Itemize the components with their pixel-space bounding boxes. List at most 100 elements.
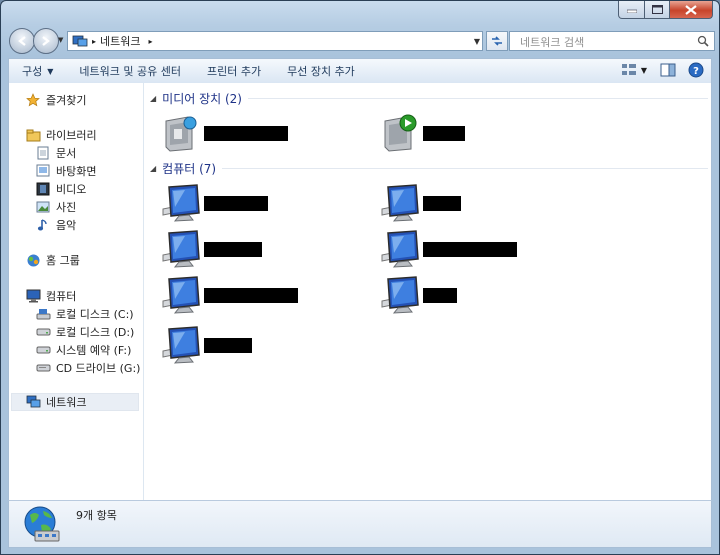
maximize-button[interactable] xyxy=(645,1,670,19)
computer-icon xyxy=(377,181,421,225)
back-button[interactable] xyxy=(9,28,35,54)
computer-icon xyxy=(377,227,421,271)
computer-icon xyxy=(158,323,202,367)
media-device-item[interactable] xyxy=(158,111,368,155)
music-icon xyxy=(35,217,51,233)
network-sharing-center-button[interactable]: 네트워크 및 공유 센터 xyxy=(66,60,194,82)
address-row: ▼ ▸ 네트워크 ▸ ▼ xyxy=(7,27,715,54)
media-device-icon xyxy=(158,111,202,155)
computer-item[interactable] xyxy=(158,323,368,367)
nav-network-label: 네트워크 xyxy=(46,396,87,409)
redacted-name xyxy=(204,337,252,353)
refresh-button[interactable] xyxy=(486,31,508,51)
views-button[interactable]: ▼ xyxy=(617,60,651,80)
nav-documents[interactable]: 문서 xyxy=(35,144,76,162)
homegroup-icon xyxy=(25,252,41,268)
nav-desktop[interactable]: 바탕화면 xyxy=(35,162,96,180)
drive-icon xyxy=(35,342,51,358)
network-icon xyxy=(25,394,41,410)
redacted-name xyxy=(204,241,262,257)
computer-item[interactable] xyxy=(377,181,587,225)
star-icon xyxy=(25,92,41,108)
computer-item[interactable] xyxy=(158,227,368,271)
address-bar[interactable]: ▸ 네트워크 ▸ xyxy=(67,31,483,51)
media-device-icon xyxy=(377,111,421,155)
library-icon xyxy=(25,127,41,143)
group-header-computers[interactable]: ◢ 컴퓨터 (7) xyxy=(150,159,708,177)
nav-libraries-label: 라이브러리 xyxy=(46,129,97,142)
nav-libraries[interactable]: 라이브러리 xyxy=(25,126,97,144)
views-chevron-icon: ▼ xyxy=(640,65,648,75)
breadcrumb-network[interactable]: 네트워크 xyxy=(100,33,140,49)
nav-videos[interactable]: 비디오 xyxy=(35,180,86,198)
computer-icon xyxy=(158,181,202,225)
breadcrumb-separator[interactable]: ▸ xyxy=(92,37,96,46)
collapse-icon[interactable]: ◢ xyxy=(150,94,156,103)
nav-pictures-label: 사진 xyxy=(56,201,77,214)
search-icon[interactable] xyxy=(697,35,709,50)
nav-favorites[interactable]: 즐겨찾기 xyxy=(25,91,86,109)
redacted-name xyxy=(423,195,461,211)
nav-favorites-label: 즐겨찾기 xyxy=(46,94,87,107)
nav-music[interactable]: 음악 xyxy=(35,216,76,234)
minimize-button[interactable] xyxy=(618,1,645,19)
nav-homegroup-label: 홈 그룹 xyxy=(46,254,80,267)
computer-item[interactable] xyxy=(377,273,587,317)
preview-pane-icon xyxy=(660,63,676,77)
network-icon xyxy=(72,34,88,48)
breadcrumb-separator-trailing[interactable]: ▸ xyxy=(149,37,153,46)
nav-homegroup[interactable]: 홈 그룹 xyxy=(25,251,80,269)
toolbar-right: ▼ ? xyxy=(617,60,707,80)
help-button[interactable]: ? xyxy=(685,60,707,80)
preview-pane-button[interactable] xyxy=(657,60,679,80)
minimize-icon xyxy=(626,9,637,13)
computer-icon xyxy=(158,273,202,317)
details-pane: 9개 항목 xyxy=(8,500,712,548)
nav-drive-c[interactable]: 로컬 디스크 (C:) xyxy=(35,305,134,323)
file-list: ◢ 미디어 장치 (2) ◢ 컴퓨터 (7) xyxy=(144,83,711,501)
collapse-icon[interactable]: ◢ xyxy=(150,164,156,173)
nav-computer[interactable]: 컴퓨터 xyxy=(25,287,76,305)
group-media-label: 미디어 장치 (2) xyxy=(162,91,242,106)
computer-item[interactable] xyxy=(377,227,587,271)
redacted-name xyxy=(204,125,288,141)
organize-button[interactable]: 구성 ▼ xyxy=(9,60,66,82)
add-wireless-device-button[interactable]: 무선 장치 추가 xyxy=(274,60,368,82)
address-dropdown[interactable]: ▼ xyxy=(470,32,484,50)
group-divider xyxy=(247,97,708,99)
search-input[interactable] xyxy=(518,34,692,50)
nav-drive-c-label: 로컬 디스크 (C:) xyxy=(56,308,134,321)
add-printer-button[interactable]: 프린터 추가 xyxy=(194,60,274,82)
group-computers-label: 컴퓨터 (7) xyxy=(162,161,217,176)
navigation-pane: 즐겨찾기 라이브러리 문서 바탕화면 비디오 사진 음악 홈 그룹 컴퓨터 로컬… xyxy=(9,83,144,501)
nav-drive-d[interactable]: 로컬 디스크 (D:) xyxy=(35,323,134,341)
nav-pictures[interactable]: 사진 xyxy=(35,198,76,216)
nav-drive-d-label: 로컬 디스크 (D:) xyxy=(56,326,135,339)
video-icon xyxy=(35,181,51,197)
close-button[interactable] xyxy=(670,1,713,19)
search-box[interactable] xyxy=(509,31,715,51)
nav-network[interactable]: 네트워크 xyxy=(11,393,139,411)
group-header-media[interactable]: ◢ 미디어 장치 (2) xyxy=(150,89,708,107)
redacted-name xyxy=(423,241,517,257)
system-drive-icon xyxy=(35,306,51,322)
maximize-icon xyxy=(651,5,663,14)
help-icon: ? xyxy=(688,62,704,78)
forward-button[interactable] xyxy=(33,28,59,54)
computer-item[interactable] xyxy=(158,273,368,317)
command-bar: 구성 ▼ 네트워크 및 공유 센터 프린터 추가 무선 장치 추가 ▼ ? xyxy=(8,58,712,84)
explorer-window: ▼ ▸ 네트워크 ▸ ▼ 구성 ▼ 네트워크 및 공유 센터 프린터 추가 무선… xyxy=(0,0,720,555)
nav-music-label: 음악 xyxy=(56,219,77,232)
nav-drive-f[interactable]: 시스템 예약 (F:) xyxy=(35,341,131,359)
redacted-name xyxy=(204,195,268,211)
computer-icon xyxy=(377,273,421,317)
document-icon xyxy=(35,145,51,161)
recent-pages-dropdown[interactable]: ▼ xyxy=(58,36,66,44)
nav-computer-label: 컴퓨터 xyxy=(46,290,77,303)
globe-icon xyxy=(21,503,61,543)
refresh-icon xyxy=(492,36,502,46)
media-device-item[interactable] xyxy=(377,111,587,155)
computer-item[interactable] xyxy=(158,181,368,225)
nav-drive-g[interactable]: CD 드라이브 (G:) xyxy=(35,359,140,377)
item-count: 9개 항목 xyxy=(76,509,117,522)
